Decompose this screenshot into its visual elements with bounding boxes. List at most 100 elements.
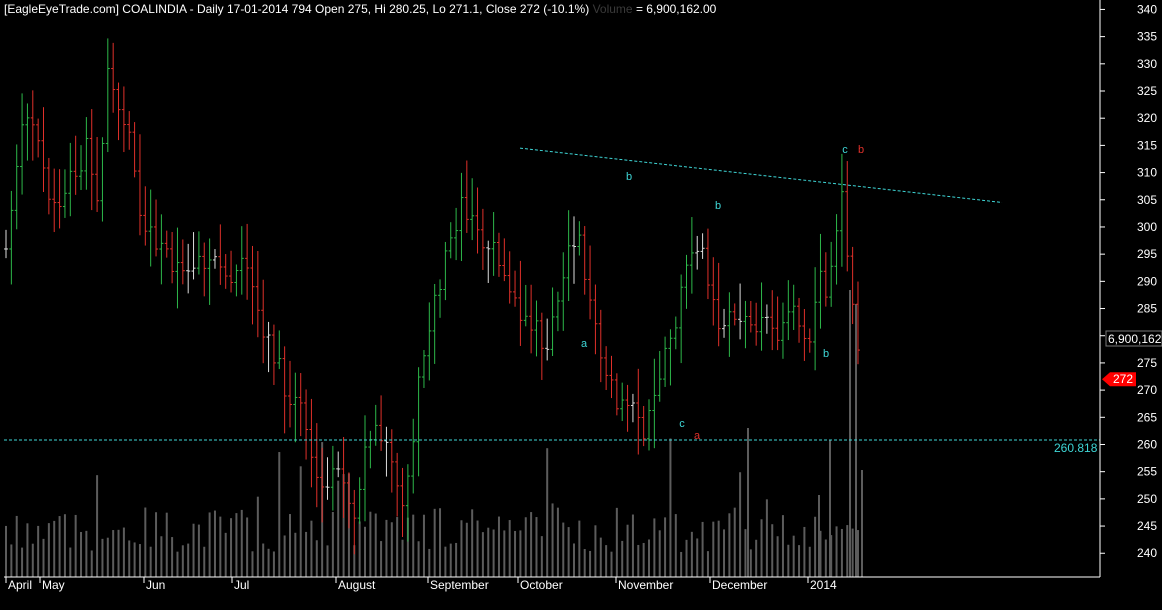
volume-bar (422, 514, 425, 577)
volume-bar (696, 538, 699, 577)
ohlc-bar (625, 384, 630, 432)
volume-bar (685, 539, 688, 577)
ohlc-bar (529, 284, 534, 354)
ohlc-bar (196, 231, 201, 275)
price-tick-label: 285 (1137, 302, 1157, 316)
ohlc-bar (738, 283, 743, 340)
volume-bar (514, 530, 517, 577)
ohlc-bar (293, 372, 298, 443)
volume-bar (572, 543, 575, 577)
volume-bar (755, 539, 758, 577)
ohlc-bar (277, 330, 282, 370)
ohlc-bar (443, 241, 448, 301)
price-tick-label: 290 (1137, 274, 1157, 288)
ohlc-bar (759, 282, 764, 351)
ohlc-bar (379, 395, 384, 451)
ohlc-bar (52, 168, 57, 233)
volume-bar (733, 507, 736, 577)
volume-bar (818, 495, 820, 577)
ohlc-bar (186, 243, 191, 294)
ohlc-bar (791, 284, 796, 330)
wave-labels: abcabbc b (581, 144, 864, 442)
ohlc-bar (496, 232, 501, 277)
ohlc-bar (84, 117, 89, 190)
volume-bar (765, 499, 768, 577)
ohlc-bar (62, 169, 67, 218)
volume-bar (856, 530, 859, 577)
chart-title: [EagleEyeTrade.com] COALINDIA - Daily 17… (4, 2, 590, 16)
ohlc-bar (41, 107, 46, 192)
volume-bar (428, 548, 431, 577)
ohlc-bar (111, 42, 116, 113)
volume-bar (171, 537, 174, 577)
ohlc-bar (657, 350, 662, 402)
ohlc-bar (202, 242, 207, 297)
ohlc-bar (36, 118, 41, 158)
month-label: November (618, 578, 673, 592)
ohlc-bar (770, 290, 775, 351)
ohlc-bar (304, 389, 309, 460)
volume-bar (101, 538, 104, 577)
ohlc-bar (170, 232, 175, 284)
volume-bar (637, 544, 640, 577)
ohlc-bar (271, 324, 276, 385)
volume-bar (739, 472, 742, 577)
volume-bar (642, 542, 645, 577)
last-volume-readout: 6,900,162 (1105, 330, 1162, 347)
volume-bar (562, 522, 565, 577)
ohlc-bar (588, 245, 593, 320)
ohlc-bar (9, 190, 14, 285)
ohlc-bar (716, 262, 721, 347)
ohlc-bar (502, 238, 507, 282)
ohlc-bar (282, 346, 287, 434)
ohlc-bar (636, 368, 641, 455)
ohlc-bar (582, 226, 587, 295)
volume-bar (497, 516, 500, 577)
price-tick-label: 255 (1137, 465, 1157, 479)
ohlc-bar (207, 238, 212, 305)
ohlc-bar (325, 457, 330, 500)
volume-bar (246, 517, 249, 577)
ohlc-bar (320, 447, 325, 523)
ohlc-bar (121, 86, 126, 153)
volume-bar (771, 524, 774, 577)
ohlc-bar (389, 429, 394, 493)
wave-label: b (858, 144, 864, 156)
volume-bar (444, 546, 447, 577)
volume-bar (358, 521, 361, 577)
volume-bar (21, 547, 24, 577)
ohlc-bar (630, 393, 635, 423)
ohlc-bar (191, 232, 196, 280)
volume-bar (203, 546, 206, 577)
volume-bar (417, 541, 420, 577)
volume-bar (621, 540, 624, 577)
volume-bar (165, 512, 168, 577)
volume-bar (760, 519, 763, 577)
price-tick-label: 330 (1137, 57, 1157, 71)
volume-bars (5, 290, 863, 577)
volume-bar (808, 546, 811, 577)
volume-bar (530, 512, 533, 577)
ohlc-bar (518, 260, 523, 346)
ohlc-bars (4, 38, 860, 555)
volume-bar (846, 525, 849, 577)
price-tick-label: 245 (1137, 519, 1157, 533)
ohlc-bar (454, 207, 459, 261)
volume-bar (599, 537, 602, 577)
ohlc-bar (663, 336, 668, 387)
ohlc-bar (250, 245, 255, 325)
wave-label: b (626, 171, 632, 183)
price-tick-label: 315 (1137, 138, 1157, 152)
ohlc-bar (561, 252, 566, 331)
volume-bar (546, 448, 549, 577)
ohlc-bar (416, 367, 421, 477)
ohlc-bar (127, 111, 132, 150)
ohlc-bar (116, 82, 121, 141)
ohlc-bar (309, 398, 314, 488)
volume-bar (396, 517, 399, 577)
price-tick-label: 260 (1137, 437, 1157, 451)
month-label: October (520, 578, 563, 592)
volume-bar (412, 514, 415, 577)
volume-bar (69, 547, 72, 577)
volume-bar (567, 527, 570, 577)
